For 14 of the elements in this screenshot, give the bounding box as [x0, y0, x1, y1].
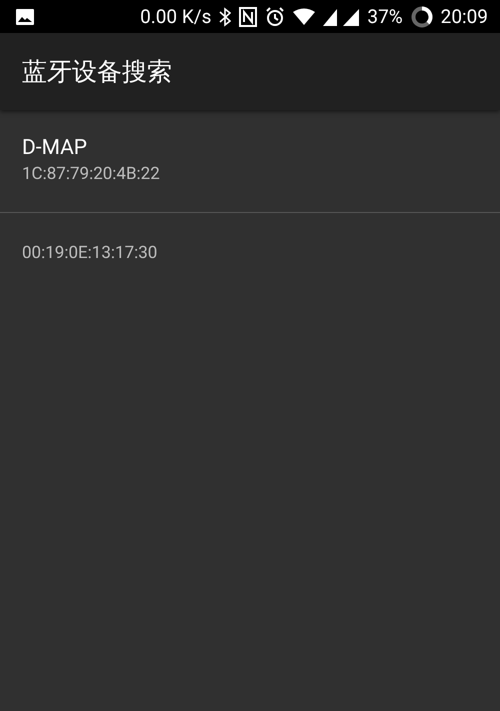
app-title: 蓝牙设备搜索 — [22, 56, 172, 88]
nfc-icon — [239, 6, 258, 26]
clock-time: 20:09 — [440, 5, 488, 28]
image-icon — [16, 8, 34, 24]
battery-percentage: 37% — [367, 5, 403, 28]
battery-ring-icon — [410, 6, 433, 28]
device-address: 00:19:0E:13:17:30 — [22, 243, 158, 263]
device-name: D-MAP — [22, 136, 88, 160]
wifi-icon — [293, 8, 316, 26]
signal-icon — [323, 8, 360, 26]
network-speed: 0.00 K/s — [140, 5, 212, 28]
device-address: 1C:87:79:20:4B:22 — [22, 164, 160, 184]
alarm-clock-icon — [265, 6, 286, 26]
bluetooth-icon — [219, 6, 232, 26]
